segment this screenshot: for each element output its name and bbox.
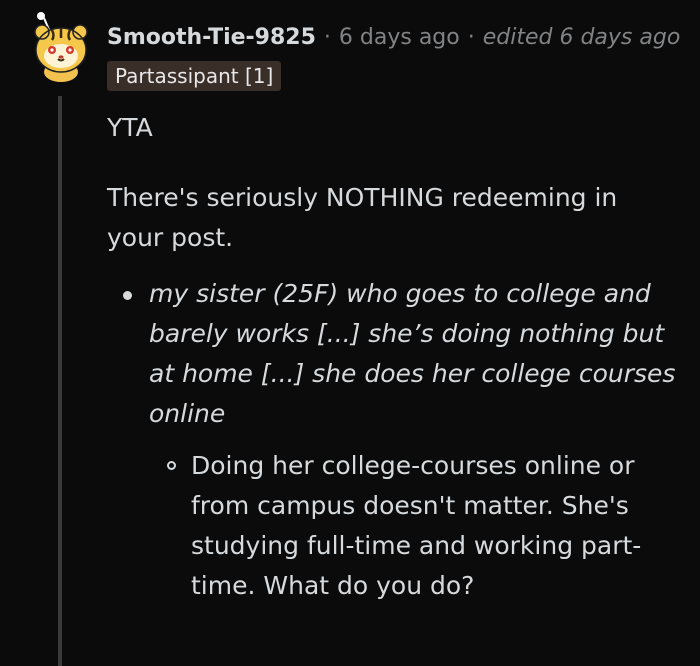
verdict-text: YTA <box>107 113 153 142</box>
user-flair: Partassipant [1] <box>107 61 282 91</box>
bullet-list: my sister (25F) who goes to college and … <box>107 274 677 606</box>
user-avatar[interactable] <box>30 12 92 82</box>
comment-header: Smooth-Tie-9825 · 6 days ago · edited 6 … <box>107 22 680 52</box>
username-link[interactable]: Smooth-Tie-9825 <box>107 25 316 50</box>
list-item: my sister (25F) who goes to college and … <box>123 274 677 606</box>
comment-body: YTA There's seriously NOTHING redeeming … <box>107 108 677 606</box>
reply-text: Doing her college-courses online or from… <box>191 451 642 600</box>
hollow-bullet-icon <box>167 461 176 470</box>
list-item: Doing her college-courses online or from… <box>167 446 677 606</box>
comment-paragraph: There's seriously NOTHING redeeming in y… <box>107 183 618 252</box>
edited-label: edited 6 days ago <box>482 24 681 50</box>
nested-list: Doing her college-courses online or from… <box>149 446 677 606</box>
separator-dot: · <box>467 24 475 50</box>
bullet-dot-icon <box>123 291 132 300</box>
timestamp-link[interactable]: 6 days ago <box>339 25 460 50</box>
snoo-tiger-avatar-icon <box>34 12 88 82</box>
quoted-text: my sister (25F) who goes to college and … <box>149 279 676 428</box>
thread-line[interactable] <box>58 96 62 666</box>
separator-dot: · <box>323 24 331 50</box>
